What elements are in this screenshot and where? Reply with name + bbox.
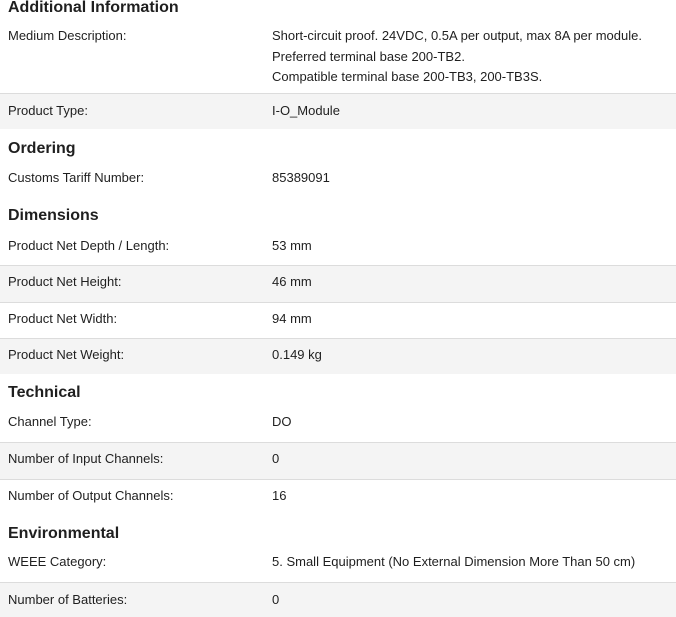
section-title-environmental: Environmental	[8, 525, 120, 542]
spec-value: 85389091	[272, 170, 330, 185]
spec-row-channel-type: Channel Type: DO	[0, 406, 676, 442]
spec-value: 16	[272, 488, 287, 503]
spec-row-height: Product Net Height: 46 mm	[0, 265, 676, 302]
description-line: Preferred terminal base 200-TB2.	[272, 48, 465, 64]
spec-value: 5. Small Equipment (No External Dimensio…	[272, 554, 636, 569]
spec-value: 0	[272, 592, 280, 607]
spec-value: 53 mm	[272, 238, 312, 253]
spec-value: 94 mm	[272, 311, 312, 326]
spec-value: 0	[272, 451, 280, 466]
spec-row-width: Product Net Width: 94 mm	[0, 302, 676, 338]
section-title-additional-information: Additional Information	[8, 0, 179, 16]
spec-value: 46 mm	[272, 274, 312, 289]
spec-row-depth: Product Net Depth / Length: 53 mm	[0, 229, 676, 265]
spec-row-weight: Product Net Weight: 0.149 kg	[0, 338, 676, 374]
section-title-technical: Technical	[8, 384, 81, 401]
description-line: Short-circuit proof. 24VDC, 0.5A per out…	[272, 28, 642, 43]
spec-label: Product Net Depth / Length:	[8, 238, 170, 253]
spec-row-customs-tariff: Customs Tariff Number: 85389091	[0, 162, 676, 196]
spec-row-weee-category: WEEE Category: 5. Small Equipment (No Ex…	[0, 546, 676, 582]
product-details-panel: Additional Information Medium Descriptio…	[0, 0, 676, 617]
spec-row-medium-description: Medium Description: Short-circuit proof.…	[0, 24, 676, 92]
spec-label: Number of Batteries:	[8, 592, 128, 607]
spec-row-batteries: Number of Batteries: 0	[0, 582, 676, 617]
spec-label: Number of Output Channels:	[8, 488, 174, 503]
spec-value-multiline: Short-circuit proof. 24VDC, 0.5A per out…	[272, 26, 642, 88]
spec-label: Product Type:	[8, 103, 88, 118]
spec-value: DO	[272, 414, 292, 429]
spec-label: WEEE Category:	[8, 554, 107, 569]
section-title-dimensions: Dimensions	[8, 207, 99, 224]
spec-label: Medium Description:	[8, 28, 127, 43]
spec-row-input-channels: Number of Input Channels: 0	[0, 442, 676, 479]
spec-label: Product Net Height:	[8, 274, 122, 289]
spec-row-product-type: Product Type: I-O_Module	[0, 93, 676, 129]
spec-label: Product Net Width:	[8, 311, 118, 326]
spec-row-output-channels: Number of Output Channels: 16	[0, 479, 676, 515]
spec-label: Product Net Weight:	[8, 347, 125, 362]
section-title-ordering: Ordering	[8, 140, 76, 157]
description-line: Compatible terminal base 200-TB3, 200-TB…	[272, 69, 543, 84]
spec-value: I-O_Module	[272, 103, 340, 118]
spec-value: 0.149 kg	[272, 347, 322, 362]
spec-label: Channel Type:	[8, 414, 92, 429]
spec-label: Customs Tariff Number:	[8, 170, 145, 185]
spec-label: Number of Input Channels:	[8, 451, 164, 466]
